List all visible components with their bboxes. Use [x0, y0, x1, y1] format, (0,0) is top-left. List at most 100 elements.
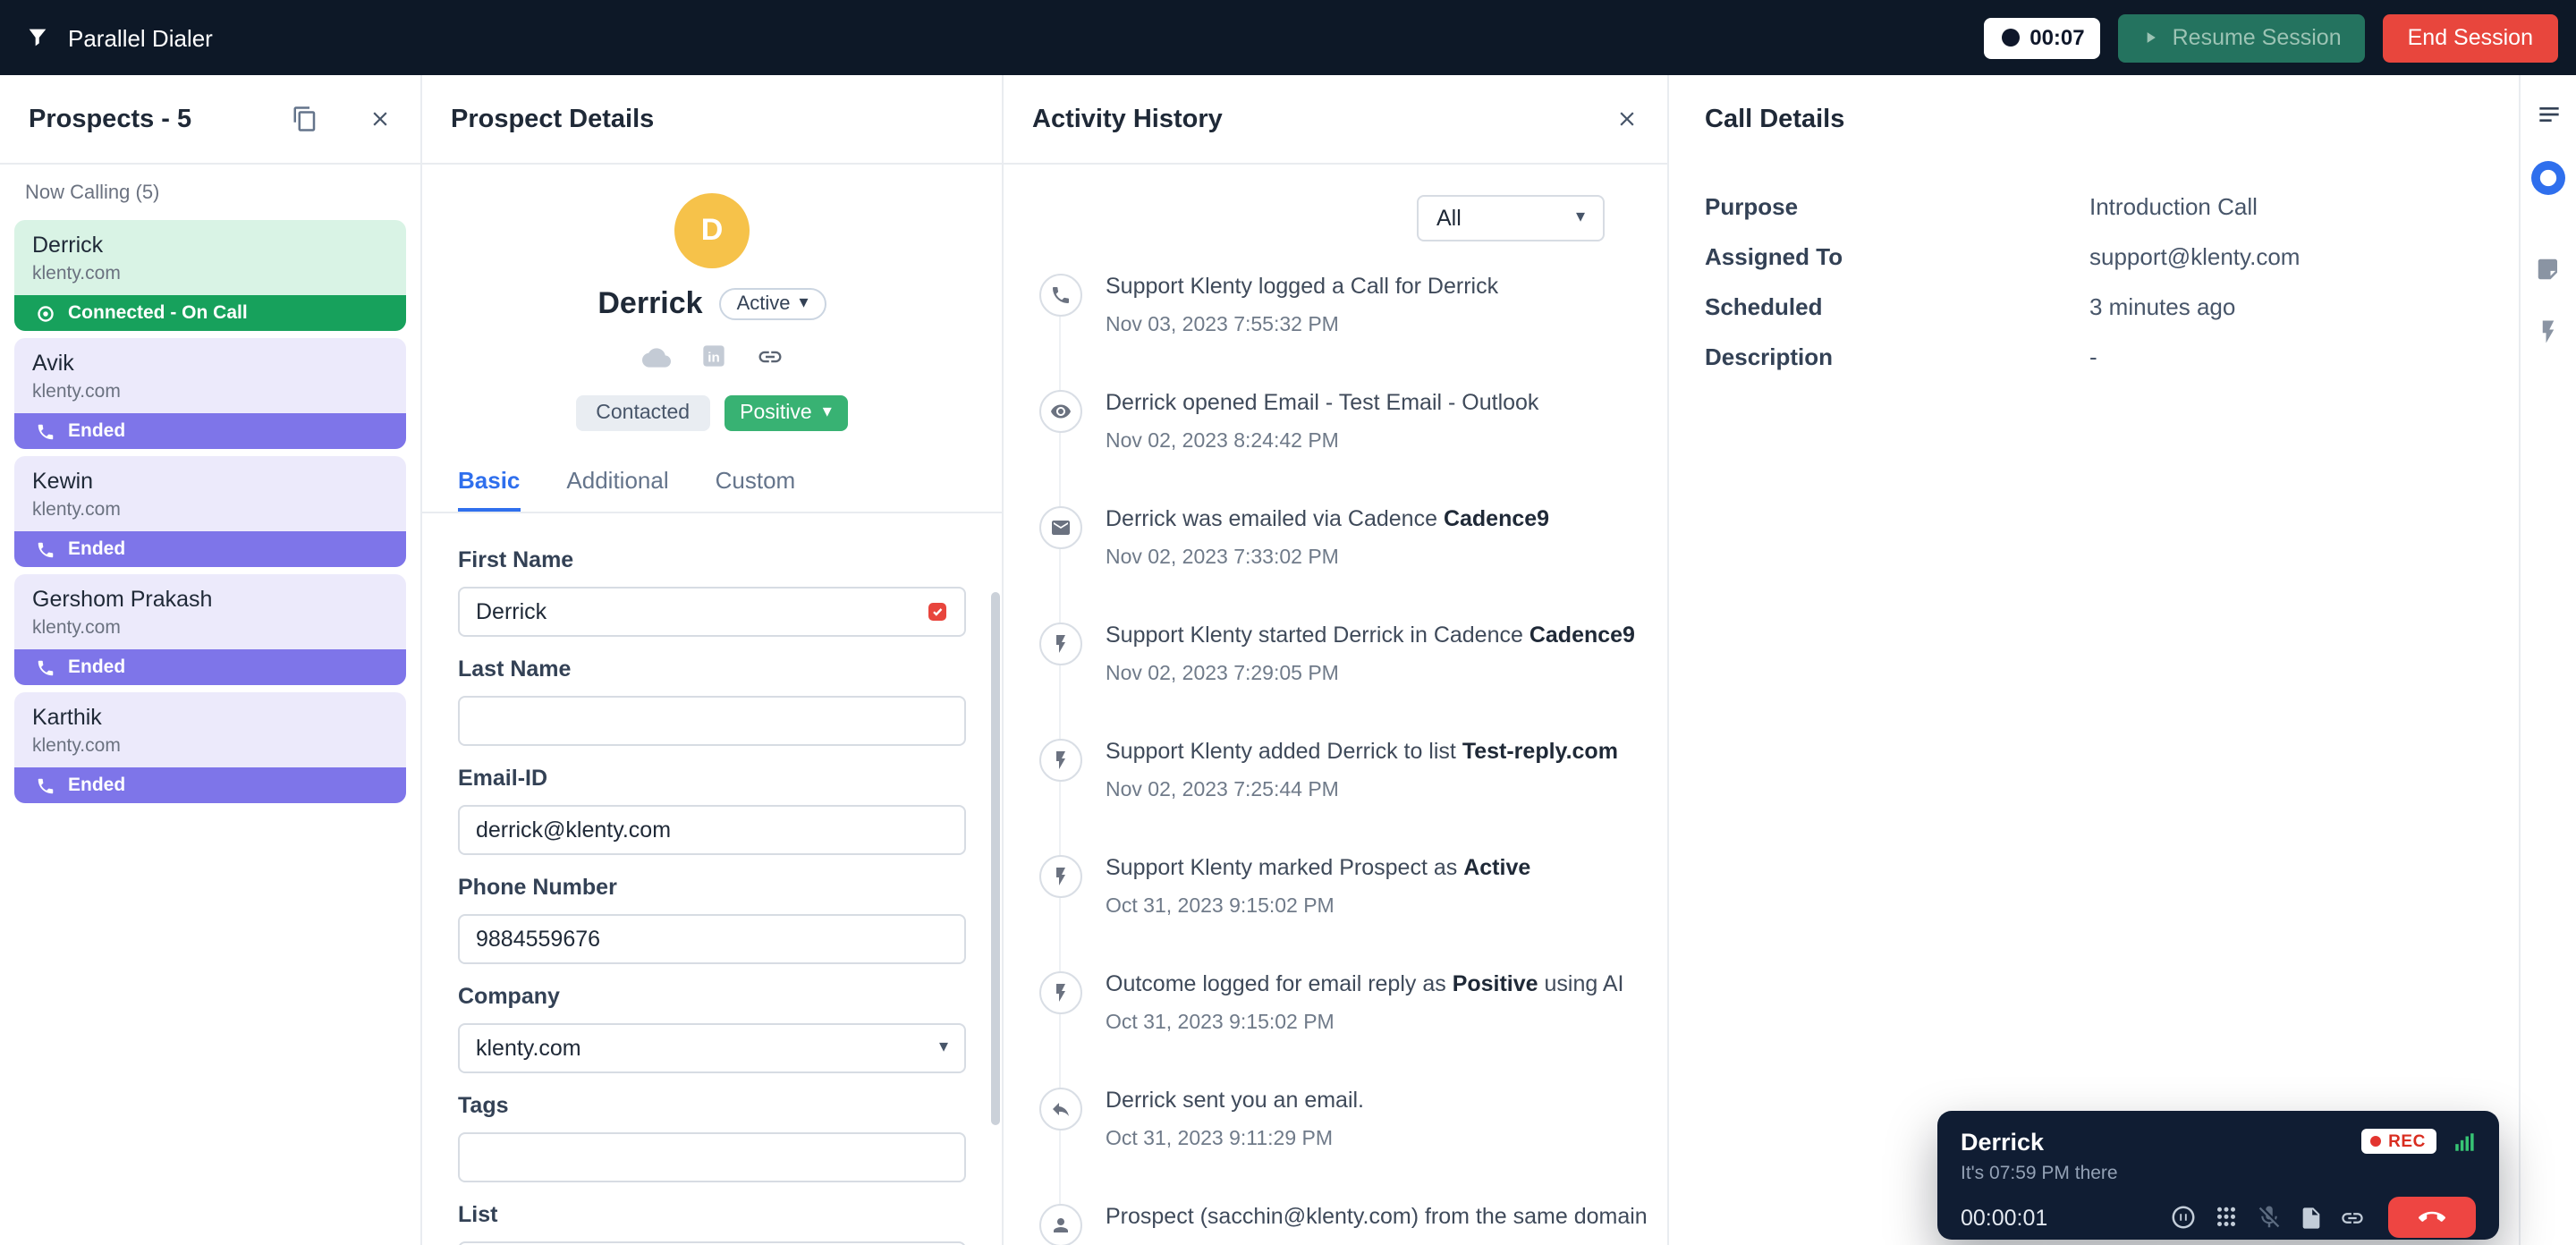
call-link-icon[interactable]	[2340, 1205, 2365, 1230]
call-status-bar: Ended	[14, 767, 406, 803]
prospects-title: Prospects - 5	[29, 105, 192, 133]
activity-icon-circle	[1039, 274, 1082, 317]
scrollbar[interactable]	[991, 592, 1000, 1125]
sentiment-dropdown[interactable]: Positive ▾	[724, 395, 848, 431]
prospect-status-dropdown[interactable]: Active ▾	[718, 288, 826, 320]
activity-timestamp: Oct 31, 2023 9:11:29 PM	[1106, 1129, 1334, 1150]
stack-icon[interactable]	[292, 106, 318, 132]
prospect-name: Kewin	[32, 469, 94, 494]
tab-additional[interactable]: Additional	[566, 467, 668, 512]
prospect-domain: klenty.com	[32, 735, 121, 757]
prospect-details-panel: Prospect Details D Derrick Active ▾ in C…	[422, 75, 1004, 1245]
form-field: Company klenty.com ▾	[458, 982, 966, 1073]
field-value: 9884559676	[476, 927, 601, 952]
session-timer-value: 00:07	[2029, 25, 2085, 50]
prospect-card[interactable]: Gershom Prakash klenty.com Ended	[14, 574, 406, 685]
prospect-card[interactable]: Derrick klenty.com Connected - On Call	[14, 220, 406, 331]
link-icon[interactable]	[756, 343, 783, 370]
activity-title-text: Prospect (sacchin@klenty.com) from the s…	[1106, 1204, 1648, 1229]
field-email-id[interactable]: derrick@klenty.com ▾	[458, 805, 966, 855]
close-prospects-icon[interactable]	[369, 107, 392, 131]
activity-item: Support Klenty started Derrick in Cadenc…	[1039, 622, 1635, 685]
play-icon	[2142, 29, 2160, 47]
prospects-header: Prospects - 5	[0, 75, 420, 165]
pause-icon[interactable]	[2170, 1204, 2197, 1231]
prospect-domain: klenty.com	[32, 381, 121, 402]
call-detail-value: Introduction Call	[2089, 193, 2258, 220]
prospect-domain: klenty.com	[32, 263, 121, 284]
field-company[interactable]: klenty.com ▾	[458, 1023, 966, 1073]
activity-timestamp: Nov 02, 2023 7:33:02 PM	[1106, 547, 1339, 569]
local-time: It's 07:59 PM there	[1961, 1163, 2118, 1184]
field-list[interactable]: ▾	[458, 1241, 966, 1245]
field-tags[interactable]: ▾	[458, 1132, 966, 1182]
resume-session-button[interactable]: Resume Session	[2118, 13, 2365, 62]
activity-icon-circle	[1039, 390, 1082, 433]
field-first-name[interactable]: Derrick ▾	[458, 587, 966, 637]
resume-session-label: Resume Session	[2172, 25, 2342, 50]
call-detail-row: Scheduled 3 minutes ago	[1705, 293, 2483, 320]
activity-timestamp: Nov 02, 2023 8:24:42 PM	[1106, 431, 1339, 453]
prospect-card[interactable]: Avik klenty.com Ended	[14, 338, 406, 449]
right-rail	[2519, 75, 2576, 1245]
call-status-bar: Ended	[14, 413, 406, 449]
activity-filter-select[interactable]: All ▾	[1417, 195, 1605, 241]
prospect-card[interactable]: Kewin klenty.com Ended	[14, 456, 406, 567]
call-notes-icon[interactable]	[2299, 1205, 2324, 1230]
field-label: Last Name	[458, 656, 572, 682]
call-history-icon[interactable]	[2531, 161, 2565, 195]
activity-title-text: Support Klenty started Derrick in Cadenc…	[1106, 622, 1635, 648]
linkedin-icon[interactable]: in	[700, 343, 725, 368]
prospect-name: Gershom Prakash	[32, 587, 213, 612]
field-value: klenty.com	[476, 1036, 581, 1061]
field-value: derrick@klenty.com	[476, 817, 672, 843]
tab-custom[interactable]: Custom	[716, 467, 796, 512]
activity-title-text: Support Klenty marked Prospect as Active	[1106, 855, 1531, 880]
activity-item: Support Klenty marked Prospect as Active…	[1039, 855, 1631, 918]
cloud-icon[interactable]	[641, 343, 670, 372]
quick-actions-icon[interactable]	[2535, 318, 2562, 345]
end-session-button[interactable]: End Session	[2382, 13, 2558, 62]
filter-icon[interactable]	[25, 25, 50, 50]
queue-icon[interactable]	[2534, 100, 2563, 129]
hangup-button[interactable]	[2388, 1197, 2476, 1238]
phone-icon	[36, 539, 55, 559]
activity-title-text: Support Klenty added Derrick to list Tes…	[1106, 739, 1618, 764]
form-field: Tags ▾	[458, 1091, 966, 1182]
activity-item: Derrick opened Email - Test Email - Outl…	[1039, 390, 1631, 453]
app-title: Parallel Dialer	[68, 24, 213, 51]
rec-dot-icon	[2370, 1136, 2382, 1147]
app: Parallel Dialer 00:07 Resume Session End…	[0, 0, 2576, 1245]
activity-item: Prospect (sacchin@klenty.com) from the s…	[1039, 1204, 1648, 1245]
prospect-name-heading: Derrick	[597, 286, 703, 320]
call-status-bar: Ended	[14, 531, 406, 567]
activity-filter-value: All	[1436, 206, 1462, 231]
call-controls	[2170, 1197, 2476, 1238]
call-widget-controls-row: 00:00:01	[1961, 1197, 2476, 1238]
field-value: Derrick	[476, 599, 547, 624]
call-detail-value: support@klenty.com	[2089, 243, 2301, 270]
activity-timeline: Support Klenty logged a Call for Derrick…	[1039, 274, 1648, 1245]
activity-item: Derrick sent you an email. Oct 31, 2023 …	[1039, 1088, 1631, 1150]
chevron-down-icon: ▾	[1575, 208, 1585, 227]
mail-icon	[1050, 517, 1072, 538]
tab-basic[interactable]: Basic	[458, 467, 520, 512]
field-last-name[interactable]: ▾	[458, 696, 966, 746]
activity-title-text: Outcome logged for email reply as Positi…	[1106, 971, 1624, 996]
dialpad-icon[interactable]	[2213, 1204, 2240, 1231]
session-timer: 00:07	[1983, 17, 2101, 58]
activity-history-panel: Activity History All ▾ Support Klenty lo…	[1004, 75, 1669, 1245]
prospect-card[interactable]: Karthik klenty.com Ended	[14, 692, 406, 803]
notes-icon[interactable]	[2535, 256, 2562, 283]
activity-timestamp: Oct 31, 2023 9:15:02 PM	[1106, 1012, 1335, 1034]
prospect-name: Avik	[32, 351, 74, 376]
field-label: Tags	[458, 1093, 509, 1118]
call-detail-label: Description	[1705, 343, 1834, 370]
close-activity-icon[interactable]	[1615, 107, 1639, 131]
prospect-details-header: Prospect Details	[422, 75, 1002, 165]
field-phone-number[interactable]: 9884559676 ▾	[458, 914, 966, 964]
mute-icon[interactable]	[2256, 1204, 2283, 1231]
bolt-icon	[1050, 866, 1072, 887]
signal-strength-icon	[2453, 1130, 2476, 1153]
activity-icon-circle	[1039, 1204, 1082, 1245]
